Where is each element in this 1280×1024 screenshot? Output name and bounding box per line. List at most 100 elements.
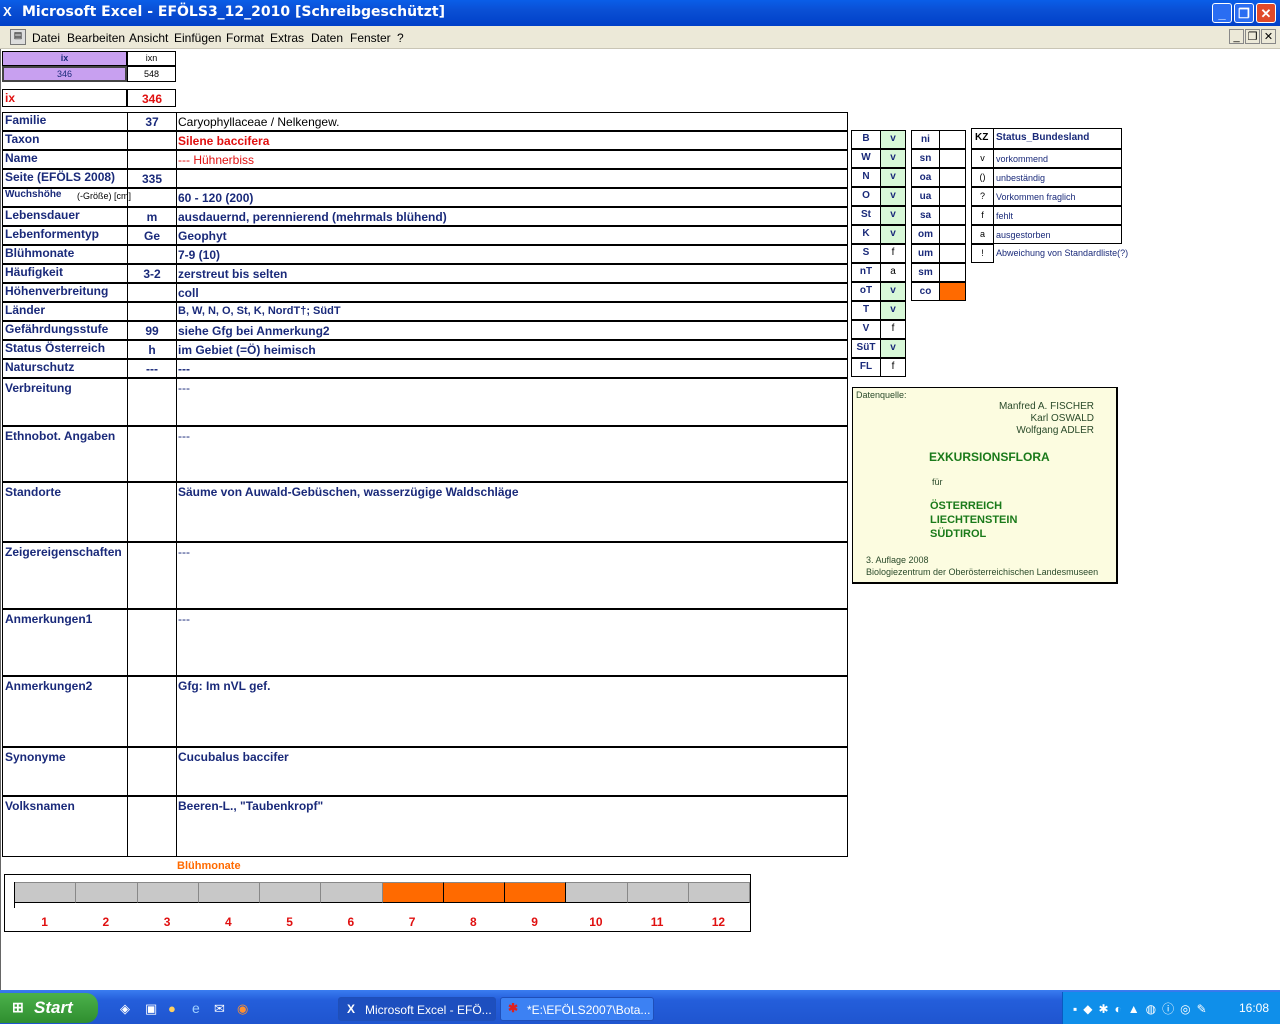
menu-datei[interactable]: Datei xyxy=(32,31,60,45)
table-row-large[interactable]: Standorte Säume von Auwald-Gebüschen, was… xyxy=(2,482,848,542)
table-row[interactable]: Status Österreich h im Gebiet (=Ö) heimisc… xyxy=(2,340,848,359)
legend-key-cell[interactable]: a xyxy=(971,225,994,244)
excel-app-icon[interactable]: X xyxy=(3,5,17,19)
altitude-value-cell[interactable] xyxy=(939,187,966,206)
state-code-cell[interactable]: V xyxy=(851,320,881,339)
state-value-cell[interactable]: v xyxy=(880,282,906,301)
quicklaunch-icon-2[interactable]: ▣ xyxy=(145,1001,157,1017)
legend-key-cell[interactable]: ? xyxy=(971,187,994,206)
menu-daten[interactable]: Daten xyxy=(311,31,343,45)
table-row[interactable]: Seite (EFÖLS 2008) 335 xyxy=(2,169,848,188)
altitude-value-cell[interactable] xyxy=(939,282,966,301)
altitude-code-cell[interactable]: oa xyxy=(911,168,940,187)
state-code-cell[interactable]: O xyxy=(851,187,881,206)
table-row[interactable]: Lebensdauer m ausdauernd, perennierend (me… xyxy=(2,207,848,226)
restore-button[interactable]: ❐ xyxy=(1234,3,1254,23)
minimize-button[interactable]: _ xyxy=(1212,3,1232,23)
state-code-cell[interactable]: N xyxy=(851,168,881,187)
start-button[interactable]: ⊞ Start xyxy=(0,993,98,1023)
ie-icon[interactable]: e xyxy=(192,1000,200,1016)
altitude-value-cell[interactable] xyxy=(939,244,966,263)
table-row[interactable]: Naturschutz --- --- xyxy=(2,359,848,378)
state-code-cell[interactable]: St xyxy=(851,206,881,225)
doc-minimize-button[interactable]: _ xyxy=(1229,29,1244,44)
state-value-cell[interactable]: f xyxy=(880,244,906,263)
legend-key-cell[interactable]: v xyxy=(971,149,994,168)
close-button[interactable]: ✕ xyxy=(1256,3,1276,23)
menu-bearbeiten[interactable]: Bearbeiten xyxy=(67,31,125,45)
menu-ansicht[interactable]: Ansicht xyxy=(129,31,168,45)
legend-text-cell[interactable]: Vorkommen fraglich xyxy=(993,187,1122,206)
legend-key-cell[interactable]: () xyxy=(971,168,994,187)
altitude-code-cell[interactable]: ni xyxy=(911,130,940,149)
table-row-large[interactable]: Anmerkungen1 --- xyxy=(2,609,848,676)
state-value-cell[interactable]: v xyxy=(880,168,906,187)
state-code-cell[interactable]: B xyxy=(851,130,881,149)
quicklaunch-icon-1[interactable]: ◈ xyxy=(120,1001,130,1017)
state-value-cell[interactable]: f xyxy=(880,358,906,377)
altitude-code-cell[interactable]: co xyxy=(911,282,940,301)
legend-text-cell[interactable]: fehlt xyxy=(993,206,1122,225)
state-code-cell[interactable]: K xyxy=(851,225,881,244)
table-row[interactable]: Häufigkeit 3-2 zerstreut bis selten xyxy=(2,264,848,283)
altitude-code-cell[interactable]: sm xyxy=(911,263,940,282)
ix-big-cell[interactable]: 346 xyxy=(127,89,176,107)
task-excel[interactable]: X Microsoft Excel - EFÖ... xyxy=(338,997,496,1021)
altitude-code-cell[interactable]: sa xyxy=(911,206,940,225)
state-value-cell[interactable]: v xyxy=(880,130,906,149)
workbook-icon[interactable]: ▤ xyxy=(10,29,26,45)
ixn-value-cell[interactable]: 548 xyxy=(127,66,176,82)
state-code-cell[interactable]: oT xyxy=(851,282,881,301)
legend-text-cell[interactable]: ausgestorben xyxy=(993,225,1122,244)
table-row[interactable]: Lebenformentyp Ge Geophyt xyxy=(2,226,848,245)
altitude-code-cell[interactable]: um xyxy=(911,244,940,263)
quicklaunch-icon-3[interactable]: ● xyxy=(168,1001,176,1016)
legend-text-cell[interactable]: vorkommend xyxy=(993,149,1122,168)
table-row[interactable]: Familie 37 Caryophyllaceae / Nelkengew. xyxy=(2,112,848,131)
legend-text-cell[interactable]: unbeständig xyxy=(993,168,1122,187)
state-value-cell[interactable]: v xyxy=(880,206,906,225)
ix-label-cell[interactable]: ix xyxy=(2,89,127,107)
state-value-cell[interactable]: v xyxy=(880,187,906,206)
table-row[interactable]: Name --- Hühnerbiss xyxy=(2,150,848,169)
state-code-cell[interactable]: FL xyxy=(851,358,881,377)
table-row-large[interactable]: Volksnamen Beeren-L., "Taubenkropf" xyxy=(2,796,848,857)
legend-kz-header[interactable]: KZ xyxy=(971,128,994,149)
state-code-cell[interactable]: S xyxy=(851,244,881,263)
task-acrobat[interactable]: ✱ *E:\EFÖLS2007\Bota... xyxy=(500,997,654,1021)
altitude-value-cell[interactable] xyxy=(939,168,966,187)
firefox-icon[interactable]: ◉ xyxy=(237,1001,248,1017)
quicklaunch-icon-4[interactable]: ✉ xyxy=(214,1001,225,1017)
table-row-large[interactable]: Zeigereigenschaften --- xyxy=(2,542,848,609)
altitude-code-cell[interactable]: om xyxy=(911,225,940,244)
ixn-header-cell[interactable]: ixn xyxy=(127,51,176,66)
state-value-cell[interactable]: v xyxy=(880,339,906,358)
table-row[interactable]: Blühmonate 7-9 (10) xyxy=(2,245,848,264)
doc-close-button[interactable]: ✕ xyxy=(1261,29,1276,44)
tray-icons[interactable]: ▪◆✱◐▲◍ⓘ◎✎ xyxy=(1073,1000,1213,1017)
table-row-large[interactable]: Verbreitung --- xyxy=(2,378,848,426)
state-value-cell[interactable]: v xyxy=(880,225,906,244)
table-row[interactable]: Gefährdungsstufe 99 siehe Gfg bei Anmerkun… xyxy=(2,321,848,340)
legend-title-header[interactable]: Status_Bundesland xyxy=(993,128,1122,149)
menu-extras[interactable]: Extras xyxy=(270,31,304,45)
table-row-large[interactable]: Ethnobot. Angaben --- xyxy=(2,426,848,482)
state-value-cell[interactable]: f xyxy=(880,320,906,339)
altitude-code-cell[interactable]: sn xyxy=(911,149,940,168)
altitude-value-cell[interactable] xyxy=(939,149,966,168)
table-row[interactable]: Höhenverbreitung coll xyxy=(2,283,848,302)
state-value-cell[interactable]: v xyxy=(880,149,906,168)
ix-value-cell[interactable]: 346 xyxy=(2,66,127,82)
table-row[interactable]: Wuchshöhe (-Größe) [cm] 60 - 120 (200) xyxy=(2,188,848,207)
state-code-cell[interactable]: W xyxy=(851,149,881,168)
state-code-cell[interactable]: T xyxy=(851,301,881,320)
table-row-large[interactable]: Anmerkungen2 Gfg: Im nVL gef. xyxy=(2,676,848,747)
menu-fenster[interactable]: Fenster xyxy=(350,31,391,45)
table-row-large[interactable]: Synonyme Cucubalus baccifer xyxy=(2,747,848,796)
legend-key-cell[interactable]: ! xyxy=(971,244,994,263)
menu-einfuegen[interactable]: Einfügen xyxy=(174,31,221,45)
altitude-value-cell[interactable] xyxy=(939,225,966,244)
table-row[interactable]: Länder B, W, N, O, St, K, NordT†; SüdT xyxy=(2,302,848,321)
ix-header-cell[interactable]: ix xyxy=(2,51,127,66)
altitude-value-cell[interactable] xyxy=(939,263,966,282)
